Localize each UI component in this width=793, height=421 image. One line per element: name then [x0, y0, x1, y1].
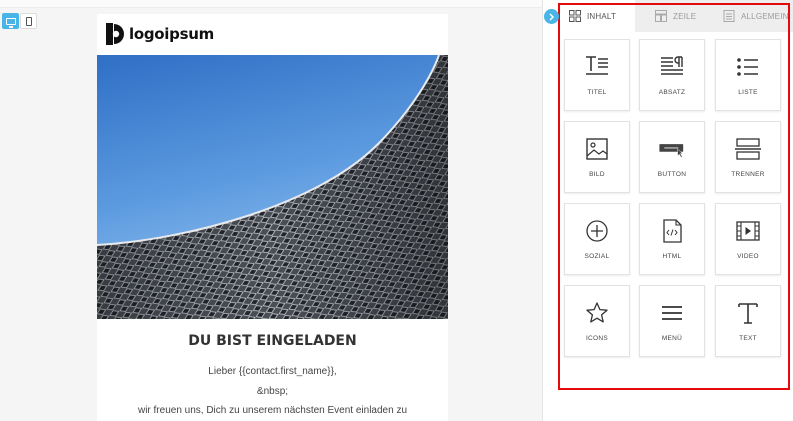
panel-divider	[542, 0, 552, 421]
divider-icon	[735, 138, 761, 160]
block-button[interactable]: BUTTON	[639, 121, 705, 193]
block-label: BUTTON	[657, 171, 687, 178]
hero-image[interactable]	[97, 55, 448, 319]
rows-icon	[655, 10, 667, 22]
tab-label: INHALT	[587, 11, 617, 21]
menu-icon	[662, 306, 682, 320]
html-icon	[663, 219, 682, 243]
chevron-right-icon	[549, 12, 555, 21]
image-icon	[586, 138, 608, 160]
mobile-icon	[25, 16, 32, 26]
block-titel[interactable]: TITEL	[564, 39, 630, 111]
document-icon	[723, 10, 735, 22]
email-greeting[interactable]: Lieber {{contact.first_name}},	[97, 366, 448, 377]
desktop-view-button[interactable]	[2, 13, 19, 29]
paragraph-icon	[661, 56, 683, 75]
tab-label: ZEILE	[673, 11, 697, 21]
canvas-top-strip	[0, 0, 542, 8]
collapse-sidebar-button[interactable]	[544, 9, 559, 24]
email-canvas: logoipsum DU BIST EINGELADEN Lieber {{co…	[0, 0, 542, 421]
logo-text: logoipsum	[129, 25, 214, 43]
block-label: LISTE	[738, 89, 758, 96]
tab-zeile[interactable]: ZEILE	[635, 0, 713, 32]
block-bild[interactable]: BILD	[564, 121, 630, 193]
tab-allgemein[interactable]: ALLGEMEIN	[713, 0, 793, 32]
star-icon	[586, 302, 608, 323]
block-label: SOZIAL	[584, 253, 610, 260]
tab-label: ALLGEMEIN	[741, 11, 789, 21]
block-sozial[interactable]: SOZIAL	[564, 203, 630, 275]
block-html[interactable]: HTML	[639, 203, 705, 275]
block-label: TITEL	[587, 89, 607, 96]
title-icon	[586, 56, 608, 75]
block-trenner[interactable]: TRENNER	[715, 121, 781, 193]
tab-inhalt[interactable]: INHALT	[555, 0, 635, 32]
video-icon	[736, 221, 760, 241]
block-menue[interactable]: MENÜ	[639, 285, 705, 357]
block-text[interactable]: TEXT	[715, 285, 781, 357]
block-absatz[interactable]: ABSATZ	[639, 39, 705, 111]
list-icon	[737, 58, 758, 76]
logo-mark-icon	[106, 23, 124, 45]
block-label: ABSATZ	[658, 89, 686, 96]
block-label: HTML	[662, 253, 682, 260]
block-label: VIDEO	[737, 253, 759, 260]
desktop-icon	[5, 17, 16, 28]
block-label: ICONS	[585, 335, 609, 342]
block-label: MENÜ	[661, 335, 683, 342]
block-label: TEXT	[739, 335, 757, 342]
block-label: TRENNER	[731, 171, 765, 178]
social-icon	[586, 220, 608, 242]
email-preview[interactable]: logoipsum DU BIST EINGELADEN Lieber {{co…	[97, 14, 448, 421]
block-video[interactable]: VIDEO	[715, 203, 781, 275]
grid-icon	[569, 10, 581, 22]
block-liste[interactable]: LISTE	[715, 39, 781, 111]
block-label: BILD	[589, 171, 605, 178]
button-icon	[659, 144, 684, 158]
logo: logoipsum	[106, 23, 214, 45]
email-intro[interactable]: wir freuen uns, Dich zu unserem nächsten…	[97, 405, 448, 416]
email-nbsp-line[interactable]: &nbsp;	[97, 386, 448, 397]
building-photo	[97, 55, 448, 319]
block-icons[interactable]: ICONS	[564, 285, 630, 357]
sidebar-tabs: INHALT ZEILE ALLGEMEIN	[555, 0, 793, 32]
mobile-view-button[interactable]	[20, 13, 37, 29]
email-headline[interactable]: DU BIST EINGELADEN	[97, 333, 448, 349]
text-icon	[738, 303, 758, 324]
